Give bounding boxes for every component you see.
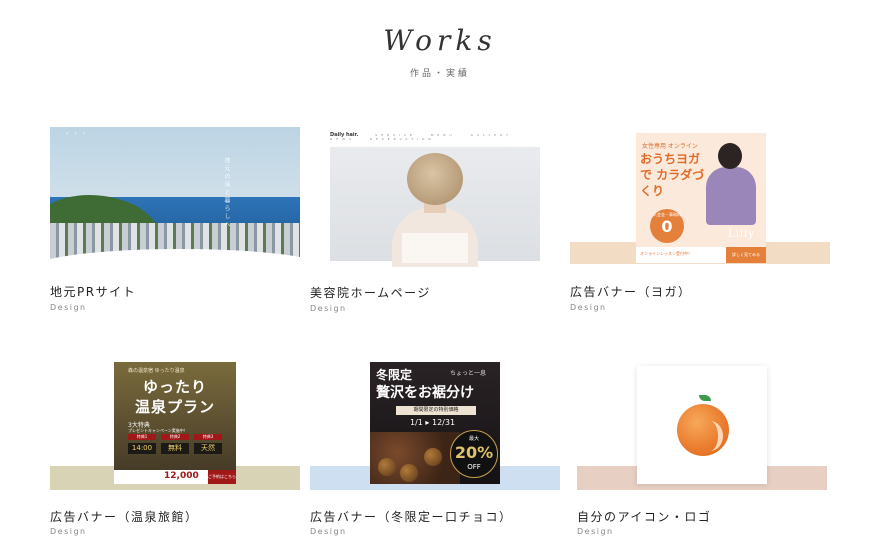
work-thumbnail[interactable]: Daily hair. ABOUT · SERVICE · MENU · GAL… bbox=[310, 127, 560, 267]
work-card-local-pr[interactable]: ••• 地元の海と暮らしへ 地元PRサイト Design bbox=[50, 127, 300, 317]
banner-headline-2: 温泉プラン bbox=[134, 398, 215, 416]
sky bbox=[50, 127, 300, 197]
site-nav: ABOUT · SERVICE · MENU · GALLERY · NEWS … bbox=[330, 133, 522, 141]
work-thumbnail[interactable]: 女性専用 オンライン おうちヨガで カラダづくり 入会金・事務料 0 Lilly… bbox=[570, 127, 830, 267]
orange-highlight bbox=[697, 421, 723, 451]
work-category: Design bbox=[310, 527, 347, 536]
work-category: Design bbox=[50, 303, 87, 312]
banner-headline: 贅沢をお裾分け bbox=[376, 385, 474, 401]
leaf-icon bbox=[699, 395, 711, 401]
onsen-banner: 森の温泉宿 ゆったり温泉 ゆったり 温泉プラン 3大特典 プレゼントキャンペーン… bbox=[114, 362, 236, 484]
site-mockup: Daily hair. ABOUT · SERVICE · MENU · GAL… bbox=[330, 127, 550, 267]
page-subtitle: 作品・実績 bbox=[409, 69, 470, 79]
work-category: Design bbox=[570, 303, 607, 312]
work-card-icon-logo[interactable]: 自分のアイコン・ロゴ Design bbox=[577, 362, 829, 552]
work-card-choco-banner[interactable]: 冬限定 ちょっと一息 贅沢をお裾分け 期間限定の特別価格 1/1 ▸ 12/31… bbox=[310, 362, 560, 552]
yoga-model bbox=[700, 143, 762, 233]
hero-vertical-text: 地元の海と暮らしへ bbox=[223, 157, 230, 229]
price-circle: 入会金・事務料 0 bbox=[650, 209, 684, 243]
work-thumbnail[interactable]: ••• 地元の海と暮らしへ bbox=[50, 127, 300, 267]
work-thumbnail[interactable]: 森の温泉宿 ゆったり温泉 ゆったり 温泉プラン 3大特典 プレゼントキャンペーン… bbox=[50, 362, 300, 492]
model-hair bbox=[407, 153, 463, 205]
work-category: Design bbox=[50, 527, 87, 536]
banner-headline: ゆったり bbox=[142, 378, 207, 396]
site-nav: ••• bbox=[66, 131, 92, 136]
brand-name: Lilly bbox=[728, 229, 755, 240]
work-card-yoga-banner[interactable]: 女性専用 オンライン おうちヨガで カラダづくり 入会金・事務料 0 Lilly… bbox=[570, 127, 830, 317]
work-card-salon[interactable]: Daily hair. ABOUT · SERVICE · MENU · GAL… bbox=[310, 127, 560, 317]
work-title[interactable]: 広告バナー（温泉旅館） bbox=[50, 508, 199, 525]
work-category: Design bbox=[310, 304, 347, 313]
banner-kicker: 冬限定 bbox=[376, 368, 413, 382]
hero-photo bbox=[330, 147, 540, 267]
model-dress bbox=[402, 233, 468, 263]
benefit-tags: 特典1 特典2 特典3 14:00 無料 天然 bbox=[124, 434, 226, 454]
work-title[interactable]: 地元PRサイト bbox=[50, 283, 136, 300]
work-category: Design bbox=[577, 527, 614, 536]
banner-footer: オンラインレッスン受付中！ 詳しく見てみる bbox=[636, 247, 766, 263]
choco-banner: 冬限定 ちょっと一息 贅沢をお裾分け 期間限定の特別価格 1/1 ▸ 12/31… bbox=[370, 362, 500, 484]
yoga-banner: 女性専用 オンライン おうちヨガで カラダづくり 入会金・事務料 0 Lilly… bbox=[636, 133, 766, 263]
work-thumbnail[interactable]: 冬限定 ちょっと一息 贅沢をお裾分け 期間限定の特別価格 1/1 ▸ 12/31… bbox=[310, 362, 560, 492]
logo-card bbox=[637, 366, 767, 484]
work-title[interactable]: 広告バナー（ヨガ） bbox=[570, 283, 692, 300]
work-title[interactable]: 自分のアイコン・ロゴ bbox=[577, 508, 711, 525]
page-title: Works bbox=[383, 24, 497, 57]
work-title[interactable]: 広告バナー（冬限定ー口チョコ） bbox=[310, 508, 513, 525]
work-title[interactable]: 美容院ホームページ bbox=[310, 284, 431, 301]
banner-kicker: 女性専用 オンライン bbox=[642, 143, 698, 150]
price-bar: 12,000 ご予約はこちら bbox=[114, 470, 236, 484]
work-card-onsen-banner[interactable]: 森の温泉宿 ゆったり温泉 ゆったり 温泉プラン 3大特典 プレゼントキャンペーン… bbox=[50, 362, 300, 552]
work-thumbnail[interactable] bbox=[577, 362, 829, 492]
discount-seal: 最大 20% OFF bbox=[450, 430, 498, 478]
chocolate-photo bbox=[370, 432, 460, 484]
